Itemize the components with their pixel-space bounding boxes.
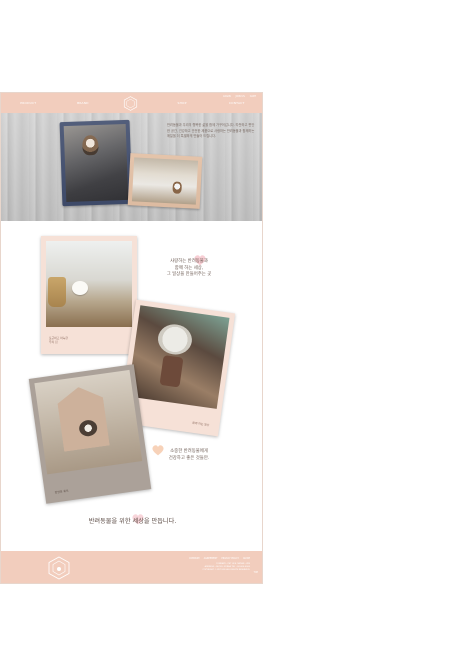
stamp-photo-living-room: [127, 153, 203, 209]
white-dog-photo: [46, 241, 132, 327]
footer-link-company[interactable]: COMPANY: [189, 557, 200, 560]
hexagon-paw-logo-icon[interactable]: [123, 96, 138, 111]
hero-banner: 반려동물과 우리의 행복한 삶을 함께 가꾸어갑니다. 따뜻하고 편안한 공간,…: [1, 113, 262, 221]
dog-in-living-room-photo: [131, 157, 199, 205]
join-link[interactable]: JOIN US: [236, 95, 245, 98]
footer-link-privacy[interactable]: PRIVACY POLICY: [221, 557, 239, 560]
brand-slogan: 반려동물을 위한 세상을 만듭니다.: [88, 518, 177, 525]
dog-on-sofa-photo: [63, 123, 129, 203]
health-note: 소중한 반려동물에게 건강하고 좋은 것들만.: [168, 449, 210, 461]
polaroid-photo-1: 포근하고 아늑한 우리 집: [41, 236, 137, 354]
nav-item-product[interactable]: PRODUCT: [13, 101, 43, 105]
footer-company-info: COMPANY : PET LIFE OWNER : KIM ADDRESS :…: [202, 563, 250, 572]
login-link[interactable]: LOGIN: [223, 95, 230, 98]
utility-links: LOGIN JOIN US CART: [223, 95, 256, 98]
nav-item-brand[interactable]: BRAND: [68, 101, 98, 105]
footer-link-guide[interactable]: GUIDE: [243, 557, 250, 560]
page-canvas: LOGIN JOIN US CART PRODUCT BRAND SHOP CO…: [0, 92, 263, 584]
cat-in-house-photo: [34, 369, 143, 475]
nav-item-contact[interactable]: CONTACT: [222, 101, 252, 105]
footer-link-agreement[interactable]: AGREEMENT: [204, 557, 218, 560]
hexagon-paw-logo-icon[interactable]: [47, 556, 71, 580]
header-bar: LOGIN JOIN US CART PRODUCT BRAND SHOP CO…: [1, 93, 262, 113]
polaroid-photo-3: 편안한 휴식: [28, 364, 152, 504]
polaroid-caption-3: 편안한 휴식: [54, 488, 69, 495]
footer: COMPANY AGREEMENT PRIVACY POLICY GUIDE C…: [1, 551, 262, 583]
footer-links: COMPANY AGREEMENT PRIVACY POLICY GUIDE: [189, 557, 250, 560]
nav-item-shop[interactable]: SHOP: [167, 101, 197, 105]
fluffy-dog-photo: [127, 305, 230, 409]
hero-description: 반려동물과 우리의 행복한 삶을 함께 가꾸어갑니다. 따뜻하고 편안한 공간,…: [167, 123, 255, 139]
back-to-top-link[interactable]: TOP: [254, 571, 258, 574]
intro-note: 사랑하는 반려동물과 함께 하는 세상, 그 일상을 만들어주는 곳: [166, 259, 212, 278]
polaroid-caption-1: 포근하고 아늑한 우리 집: [49, 336, 68, 345]
polaroid-caption-2: 함께 하는 일상: [192, 420, 210, 428]
cart-link[interactable]: CART: [250, 95, 256, 98]
stamp-photo-sofa: [59, 119, 133, 207]
